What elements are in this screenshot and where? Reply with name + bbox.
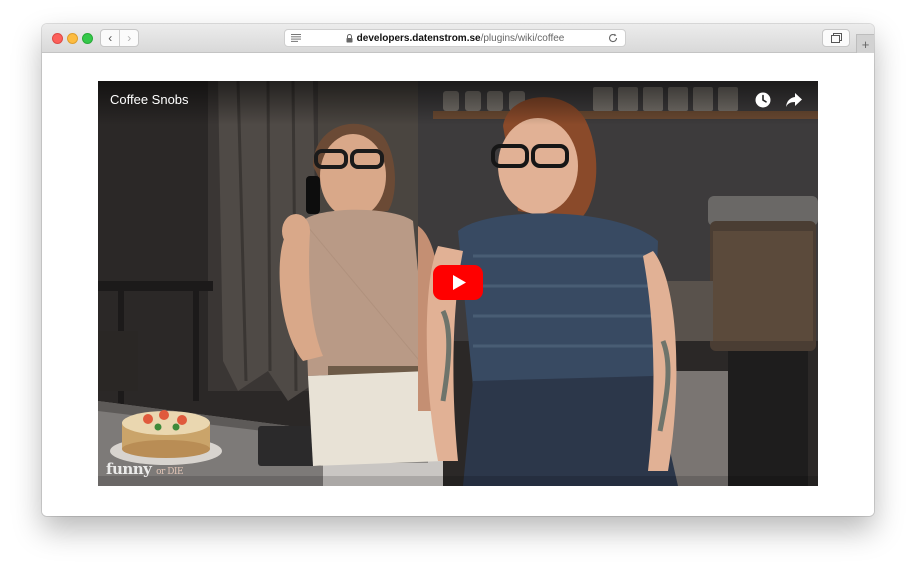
tabs-overview-icon bbox=[830, 33, 842, 43]
navigation-buttons: ‹ › bbox=[100, 29, 139, 47]
reload-icon[interactable] bbox=[607, 32, 619, 44]
url-domain: developers.datenstrom.se bbox=[356, 32, 481, 44]
channel-watermark: funny or DIE bbox=[106, 460, 184, 478]
close-window-button[interactable] bbox=[52, 33, 63, 44]
share-icon[interactable] bbox=[785, 92, 803, 108]
lock-icon bbox=[346, 33, 353, 42]
back-button[interactable]: ‹ bbox=[101, 30, 119, 46]
watch-later-icon[interactable] bbox=[755, 92, 771, 108]
show-tabs-button[interactable] bbox=[822, 29, 850, 47]
watermark-small: or DIE bbox=[156, 467, 184, 477]
title-overlay bbox=[98, 81, 818, 125]
video-title[interactable]: Coffee Snobs bbox=[110, 92, 189, 107]
youtube-player[interactable]: Coffee Snobs funny or DIE bbox=[98, 81, 818, 486]
minimize-window-button[interactable] bbox=[67, 33, 78, 44]
address-bar[interactable]: developers.datenstrom.se/plugins/wiki/co… bbox=[284, 29, 626, 47]
forward-button[interactable]: › bbox=[119, 30, 138, 46]
watermark-main: funny bbox=[106, 460, 152, 478]
back-icon: ‹ bbox=[108, 31, 113, 45]
plus-icon: + bbox=[861, 36, 870, 52]
youtube-play-icon[interactable] bbox=[433, 265, 483, 300]
new-tab-button[interactable]: + bbox=[856, 34, 874, 53]
browser-window: ‹ › developers.datenstrom.se/plugins/wik… bbox=[42, 24, 874, 516]
zoom-window-button[interactable] bbox=[82, 33, 93, 44]
page-content: Coffee Snobs funny or DIE bbox=[42, 53, 874, 516]
reader-view-icon[interactable] bbox=[291, 34, 301, 42]
browser-toolbar: ‹ › developers.datenstrom.se/plugins/wik… bbox=[42, 24, 874, 53]
url-path: /plugins/wiki/coffee bbox=[480, 32, 565, 44]
forward-icon: › bbox=[127, 31, 132, 45]
